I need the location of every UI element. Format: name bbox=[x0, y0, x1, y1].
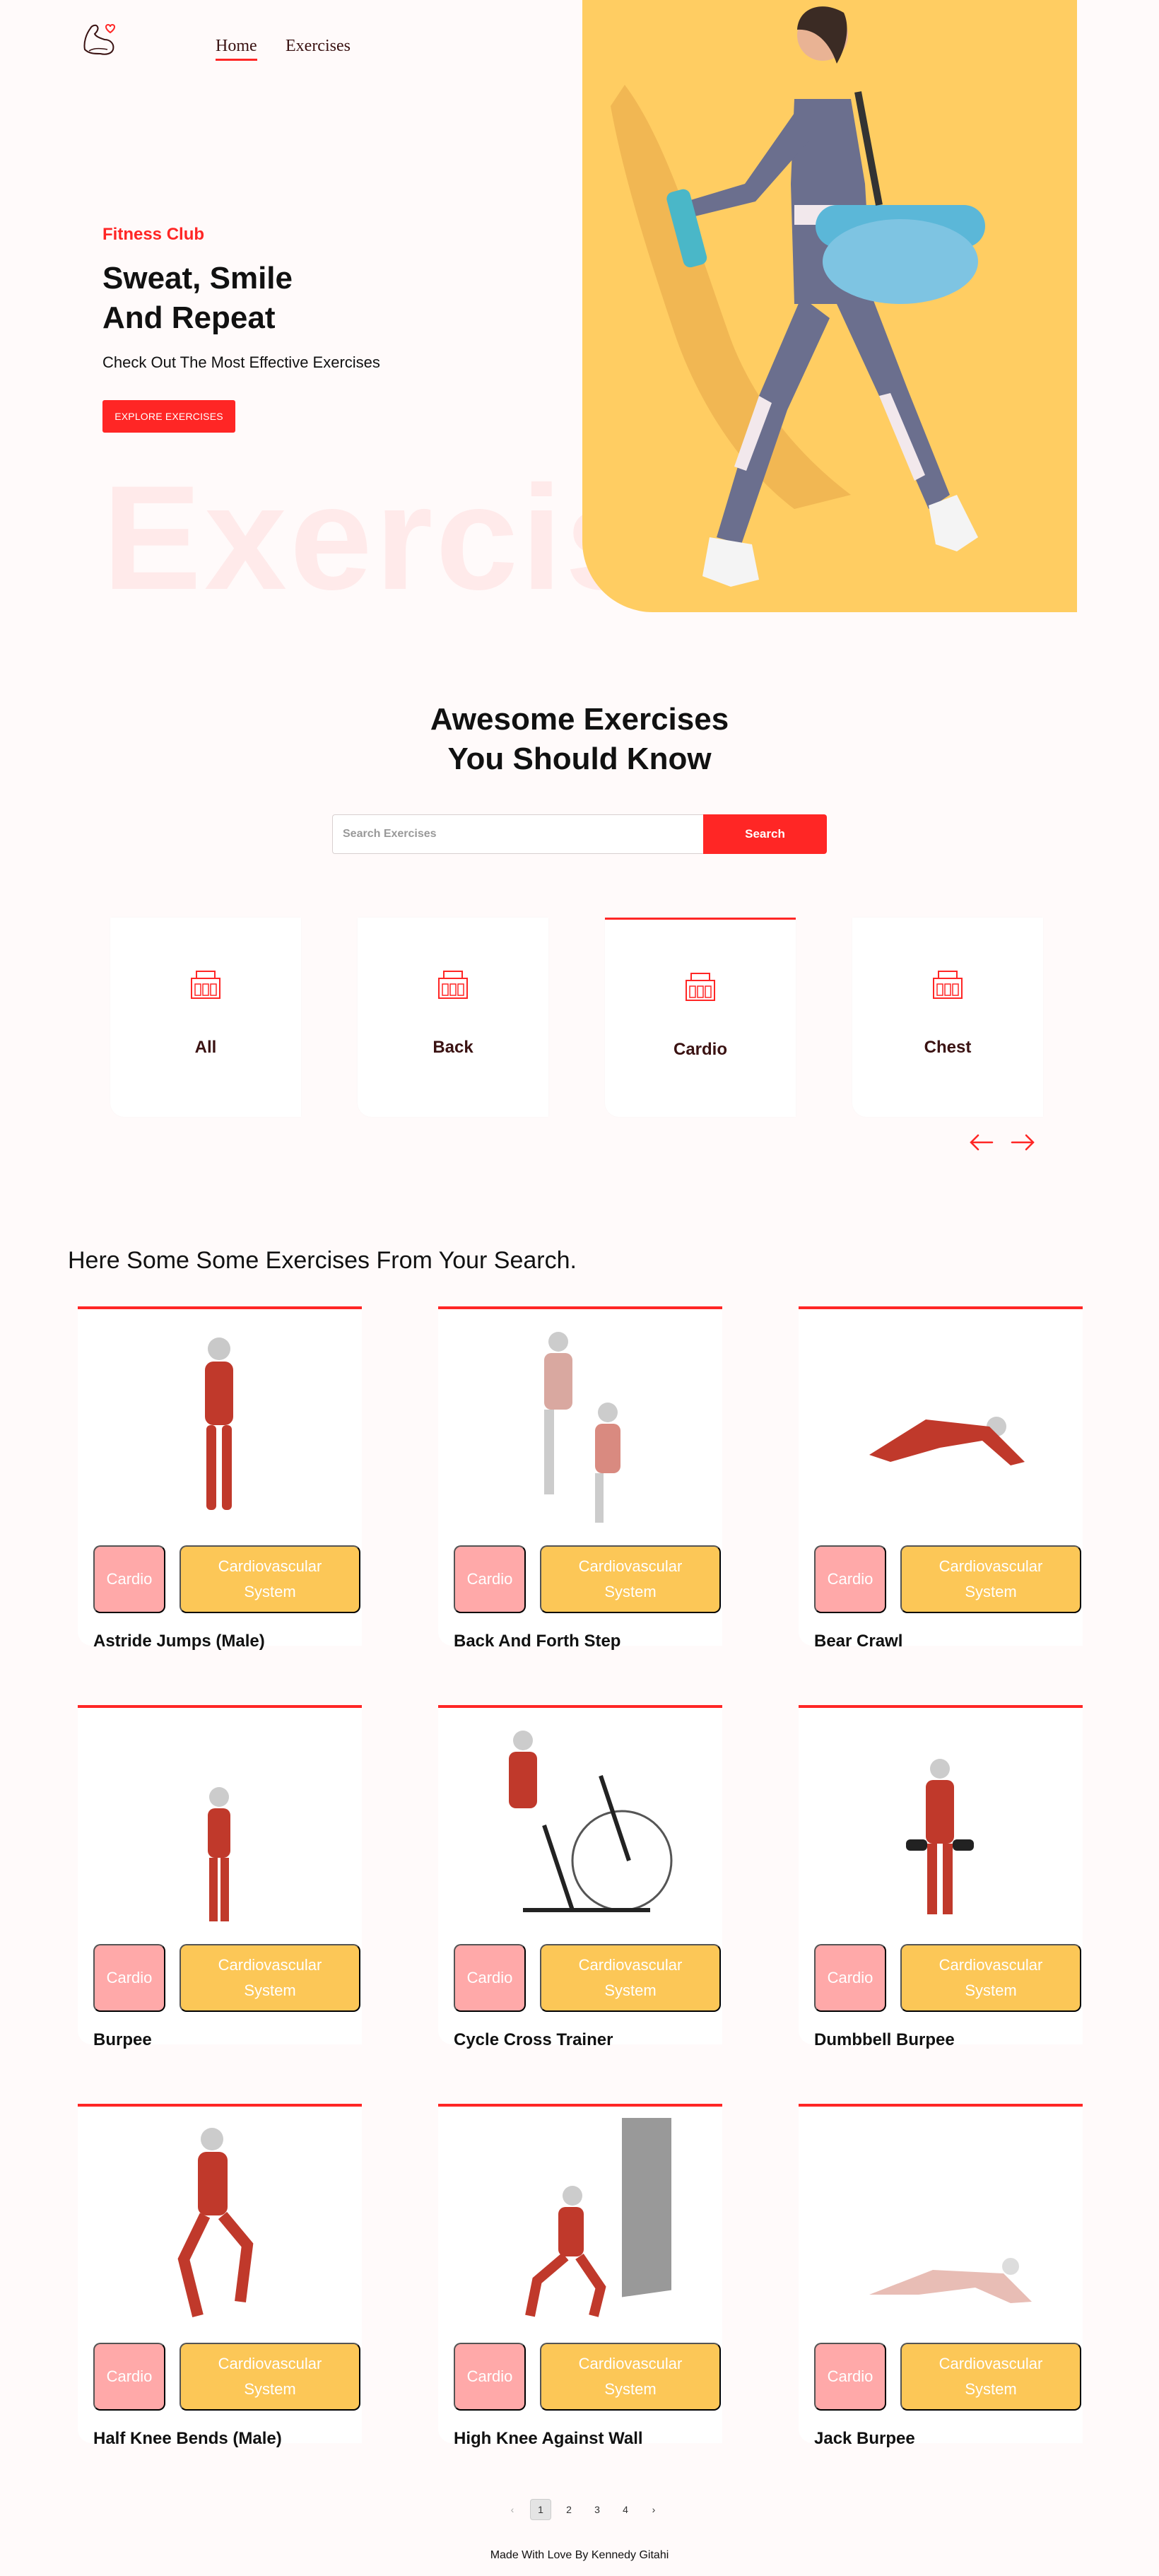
target-muscle-tag[interactable]: Cardiovascular System bbox=[180, 2343, 360, 2411]
body-part-tag[interactable]: Cardio bbox=[814, 1944, 886, 2012]
category-card-chest[interactable]: Chest bbox=[852, 918, 1043, 1117]
hero-athlete-illustration bbox=[611, 6, 985, 587]
explore-exercises-button[interactable]: EXPLORE EXERCISES bbox=[102, 400, 235, 433]
gym-icon bbox=[438, 971, 468, 999]
exercise-card[interactable]: Cardio Cardiovascular System Dumbbell Burp… bbox=[799, 1705, 1083, 2049]
body-part-tag[interactable]: Cardio bbox=[454, 1545, 526, 1613]
exercise-card[interactable]: Cardio Cardiovascular System Cycle Cross T… bbox=[438, 1705, 722, 2049]
logo-icon[interactable] bbox=[79, 18, 119, 61]
exercise-illustration bbox=[177, 2128, 254, 2317]
category-label: Back bbox=[433, 1038, 473, 1057]
pagination-page-4[interactable]: 4 bbox=[615, 2499, 636, 2520]
pagination-next-icon[interactable]: › bbox=[643, 2499, 664, 2520]
nav-home-link[interactable]: Home bbox=[216, 37, 257, 61]
target-muscle-tag[interactable]: Cardiovascular System bbox=[540, 2343, 721, 2411]
hero-title: Sweat, Smile And Repeat bbox=[102, 259, 456, 338]
exercise-illustration bbox=[869, 2258, 1032, 2303]
search-input[interactable] bbox=[332, 814, 703, 854]
target-muscle-tag[interactable]: Cardiovascular System bbox=[900, 2343, 1081, 2411]
footer-text: Made With Love By Kennedy Gitahi bbox=[490, 2549, 669, 2561]
category-card-all[interactable]: All bbox=[110, 918, 301, 1117]
hero-description: Check Out The Most Effective Exercises bbox=[102, 353, 380, 371]
exercise-name: Burpee bbox=[93, 2030, 152, 2049]
category-card-back[interactable]: Back bbox=[358, 918, 548, 1117]
exercise-illustration bbox=[906, 1759, 974, 1914]
target-muscle-tag[interactable]: Cardiovascular System bbox=[180, 1545, 360, 1613]
exercise-card[interactable]: Cardio Cardiovascular System Bear Crawl bbox=[799, 1306, 1083, 1651]
category-label: Chest bbox=[924, 1038, 972, 1057]
results-title: Here Some Some Exercises From Your Searc… bbox=[68, 1247, 577, 1274]
exercise-name: Half Knee Bends (Male) bbox=[93, 2429, 282, 2448]
pagination-page-1[interactable]: 1 bbox=[530, 2499, 551, 2520]
target-muscle-tag[interactable]: Cardiovascular System bbox=[540, 1944, 721, 2012]
exercise-card[interactable]: Cardio Cardiovascular System Back And Fort… bbox=[438, 1306, 722, 1651]
gym-icon bbox=[686, 973, 715, 1001]
exercise-card[interactable]: Cardio Cardiovascular System Jack Burpee bbox=[799, 2104, 1083, 2448]
category-label: All bbox=[194, 1038, 217, 1057]
nav-exercises-link[interactable]: Exercises bbox=[286, 37, 351, 56]
target-muscle-tag[interactable]: Cardiovascular System bbox=[180, 1944, 360, 2012]
body-part-tag[interactable]: Cardio bbox=[454, 1944, 526, 2012]
gym-icon bbox=[933, 971, 963, 999]
exercise-illustration bbox=[525, 2118, 671, 2317]
exercise-name: High Knee Against Wall bbox=[454, 2429, 643, 2448]
category-card-cardio[interactable]: Cardio bbox=[605, 918, 796, 1117]
exercise-card[interactable]: Cardio Cardiovascular System Half Knee Ben… bbox=[78, 2104, 362, 2448]
exercise-illustration bbox=[869, 1417, 1025, 1465]
exercise-illustration bbox=[205, 1337, 233, 1510]
body-part-tag[interactable]: Cardio bbox=[93, 2343, 165, 2411]
exercise-name: Dumbbell Burpee bbox=[814, 2030, 955, 2049]
body-part-tag[interactable]: Cardio bbox=[454, 2343, 526, 2411]
exercise-illustration bbox=[509, 1731, 673, 1912]
arrow-left-icon[interactable] bbox=[967, 1130, 995, 1155]
exercise-illustration bbox=[544, 1332, 620, 1523]
body-part-tag[interactable]: Cardio bbox=[814, 1545, 886, 1613]
arrow-right-icon[interactable] bbox=[1009, 1130, 1037, 1155]
body-part-tag[interactable]: Cardio bbox=[814, 2343, 886, 2411]
target-muscle-tag[interactable]: Cardiovascular System bbox=[900, 1944, 1081, 2012]
target-muscle-tag[interactable]: Cardiovascular System bbox=[900, 1545, 1081, 1613]
search-title-line2: You Should Know bbox=[447, 742, 712, 776]
pagination: ‹ 1 2 3 4 › bbox=[502, 2499, 664, 2520]
exercise-name: Jack Burpee bbox=[814, 2429, 915, 2448]
gym-icon bbox=[191, 971, 220, 999]
exercise-name: Back And Forth Step bbox=[454, 1632, 621, 1651]
hero-banner-image bbox=[582, 0, 1077, 612]
exercise-card[interactable]: Cardio Cardiovascular System Astride Jumps… bbox=[78, 1306, 362, 1651]
exercise-name: Astride Jumps (Male) bbox=[93, 1632, 265, 1651]
exercise-illustration bbox=[208, 1787, 230, 1921]
pagination-page-3[interactable]: 3 bbox=[587, 2499, 608, 2520]
target-muscle-tag[interactable]: Cardiovascular System bbox=[540, 1545, 721, 1613]
search-section-title: Awesome Exercises You Should Know bbox=[0, 700, 1159, 779]
body-part-tag[interactable]: Cardio bbox=[93, 1944, 165, 2012]
search-button[interactable]: Search bbox=[703, 814, 827, 854]
exercise-card[interactable]: Cardio Cardiovascular System High Knee Aga… bbox=[438, 2104, 722, 2448]
hero-subtitle: Fitness Club bbox=[102, 225, 205, 244]
exercise-card[interactable]: Cardio Cardiovascular System Burpee bbox=[78, 1705, 362, 2049]
hero-title-line1: Sweat, Smile bbox=[102, 261, 293, 295]
exercise-name: Cycle Cross Trainer bbox=[454, 2030, 613, 2049]
search-title-line1: Awesome Exercises bbox=[430, 702, 729, 737]
category-label: Cardio bbox=[673, 1040, 727, 1059]
exercise-name: Bear Crawl bbox=[814, 1632, 903, 1651]
body-part-tag[interactable]: Cardio bbox=[93, 1545, 165, 1613]
pagination-page-2[interactable]: 2 bbox=[558, 2499, 580, 2520]
hero-title-line2: And Repeat bbox=[102, 300, 276, 335]
pagination-prev-icon[interactable]: ‹ bbox=[502, 2499, 523, 2520]
